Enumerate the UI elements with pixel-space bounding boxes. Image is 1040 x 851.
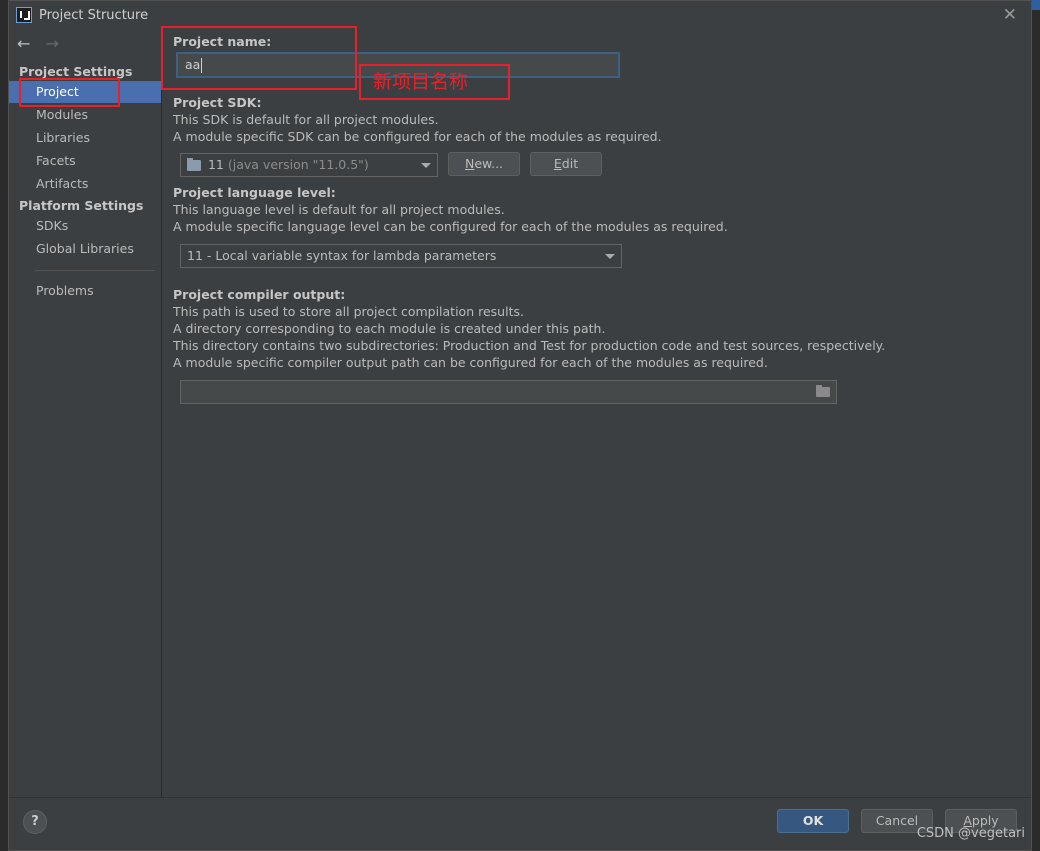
chevron-down-icon (421, 163, 431, 168)
language-level-dropdown[interactable]: 11 - Local variable syntax for lambda pa… (180, 244, 622, 268)
sdk-description-1: This SDK is default for all project modu… (173, 112, 439, 127)
csdn-watermark: CSDN @vegetari (916, 826, 1025, 841)
project-settings-panel: Project name: aa Project SDK: This SDK i… (162, 30, 1031, 797)
language-level-value: 11 - Local variable syntax for lambda pa… (187, 248, 497, 263)
sdk-description-2: A module specific SDK can be configured … (173, 129, 662, 144)
sdk-version-text: (java version "11.0.5") (227, 157, 369, 172)
project-name-input[interactable]: aa (176, 52, 620, 78)
sidebar-item-problems[interactable]: Problems (9, 280, 161, 302)
settings-sidebar: ← → Project Settings Project Modules Lib… (9, 30, 162, 797)
project-sdk-dropdown[interactable]: 11 (java version "11.0.5") (180, 153, 438, 177)
new-sdk-button[interactable]: New... (448, 152, 520, 176)
intellij-idea-icon (16, 7, 32, 23)
close-icon[interactable]: ✕ (1003, 5, 1017, 25)
sidebar-item-libraries[interactable]: Libraries (9, 127, 161, 149)
nav-arrows: ← → (17, 34, 59, 53)
output-description-4: A module specific compiler output path c… (173, 355, 768, 370)
language-description-1: This language level is default for all p… (173, 202, 505, 217)
sidebar-separator (35, 270, 155, 271)
output-description-1: This path is used to store all project c… (173, 304, 524, 319)
edit-button-label: dit (561, 156, 579, 171)
jdk-folder-icon (187, 158, 201, 171)
sidebar-item-project[interactable]: Project (9, 81, 161, 103)
edit-button-mnemonic: E (553, 156, 562, 171)
sidebar-item-modules[interactable]: Modules (9, 104, 161, 126)
background-editor-left (0, 0, 8, 851)
output-description-3: This directory contains two subdirectori… (173, 338, 886, 353)
sidebar-item-sdks[interactable]: SDKs (9, 215, 161, 237)
language-description-2: A module specific language level can be … (173, 219, 728, 234)
sdk-selected-value: 11 (207, 157, 224, 172)
new-button-label: ew... (474, 156, 504, 171)
output-description-2: A directory corresponding to each module… (173, 321, 606, 336)
language-level-label: Project language level: (173, 185, 336, 200)
folder-icon[interactable] (816, 385, 830, 397)
dialog-footer: ? OK Cancel Apply CSDN @vegetari (9, 797, 1031, 850)
new-button-mnemonic: N (464, 156, 475, 171)
window-title: Project Structure (39, 8, 149, 23)
ok-button[interactable]: OK (777, 809, 849, 833)
title-bar: Project Structure ✕ (9, 1, 1031, 30)
project-name-label: Project name: (173, 34, 272, 49)
edit-sdk-button[interactable]: Edit (530, 152, 602, 176)
chevron-down-icon (605, 254, 615, 259)
text-caret (201, 58, 203, 73)
compiler-output-path-input[interactable] (180, 380, 837, 404)
project-structure-dialog: Project Structure ✕ ← → Project Settings… (8, 0, 1032, 851)
sidebar-item-artifacts[interactable]: Artifacts (9, 173, 161, 195)
compiler-output-label: Project compiler output: (173, 287, 346, 302)
help-icon[interactable]: ? (23, 810, 47, 834)
platform-settings-header: Platform Settings (19, 198, 144, 213)
forward-arrow-icon[interactable]: → (46, 34, 59, 53)
background-editor-right (1032, 0, 1040, 851)
sidebar-item-global-libraries[interactable]: Global Libraries (9, 238, 161, 260)
sidebar-item-facets[interactable]: Facets (9, 150, 161, 172)
back-arrow-icon[interactable]: ← (17, 34, 30, 53)
project-name-value: aa (185, 57, 201, 72)
project-sdk-label: Project SDK: (173, 95, 262, 110)
project-settings-header: Project Settings (19, 64, 133, 79)
